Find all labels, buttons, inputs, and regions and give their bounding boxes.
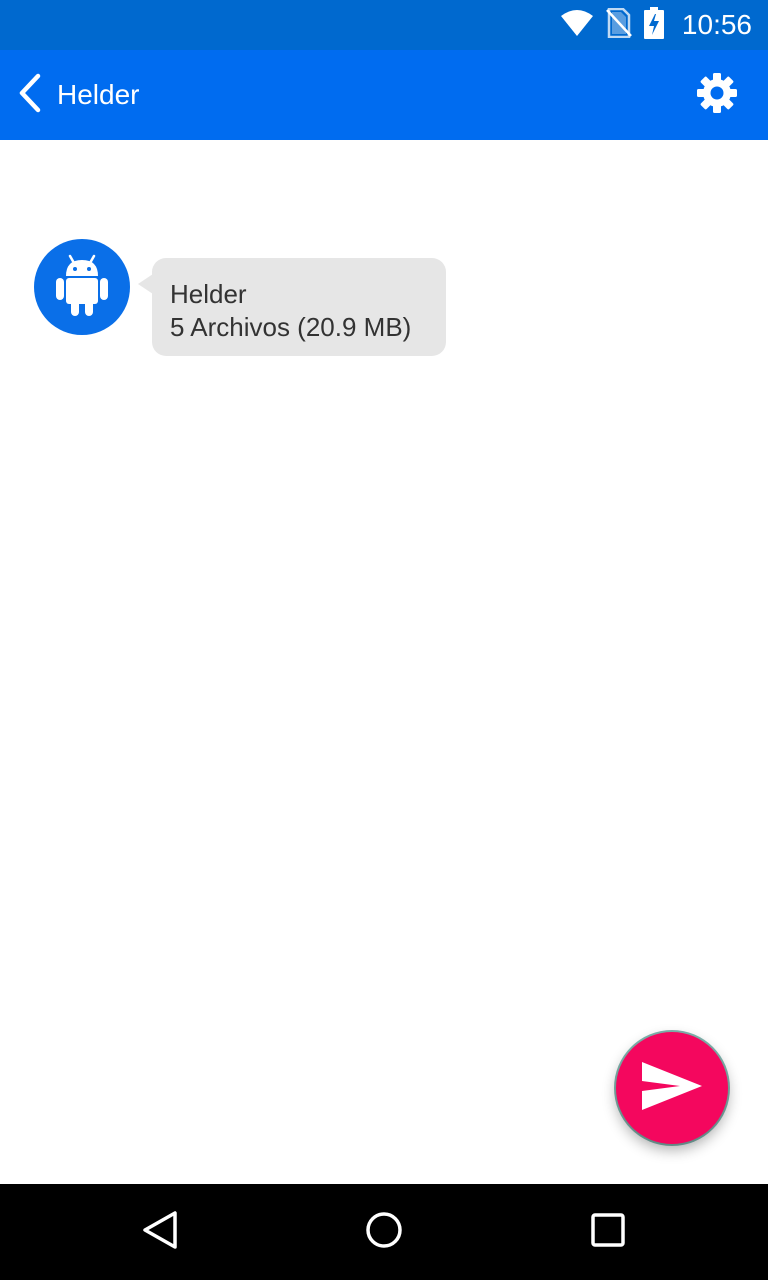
- recents-square-icon: [590, 1212, 626, 1253]
- send-button[interactable]: [616, 1032, 728, 1144]
- nav-home-button[interactable]: [360, 1208, 408, 1256]
- gear-icon: [696, 72, 738, 119]
- screen: 10:56 Helder Helder 5 Archivos (20.9 MB): [0, 0, 768, 1280]
- app-bar: Helder: [0, 50, 768, 140]
- nav-back-button[interactable]: [136, 1208, 184, 1256]
- navigation-bar: [0, 1184, 768, 1280]
- status-icons: 10:56: [560, 0, 752, 50]
- battery-charging-icon: [643, 6, 664, 44]
- nav-recents-button[interactable]: [584, 1208, 632, 1256]
- home-circle-icon: [364, 1210, 404, 1255]
- status-time: 10:56: [681, 9, 752, 40]
- back-triangle-icon: [141, 1210, 179, 1255]
- message-file-summary: 5 Archivos (20.9 MB): [170, 312, 412, 342]
- chat-content: Helder 5 Archivos (20.9 MB): [0, 140, 768, 1184]
- status-bar: 10:56: [0, 0, 768, 50]
- message-bubble[interactable]: Helder 5 Archivos (20.9 MB): [138, 258, 446, 356]
- chevron-left-icon: [16, 73, 44, 118]
- back-button[interactable]: [8, 70, 52, 120]
- avatar[interactable]: [34, 239, 130, 335]
- send-icon: [640, 1060, 704, 1117]
- bubble-tail: [138, 274, 153, 294]
- message-sender: Helder: [170, 279, 247, 309]
- wifi-icon: [560, 9, 594, 42]
- no-sim-icon: [606, 7, 632, 43]
- settings-button[interactable]: [692, 70, 742, 120]
- android-icon: [54, 254, 110, 321]
- page-title: Helder: [57, 79, 140, 110]
